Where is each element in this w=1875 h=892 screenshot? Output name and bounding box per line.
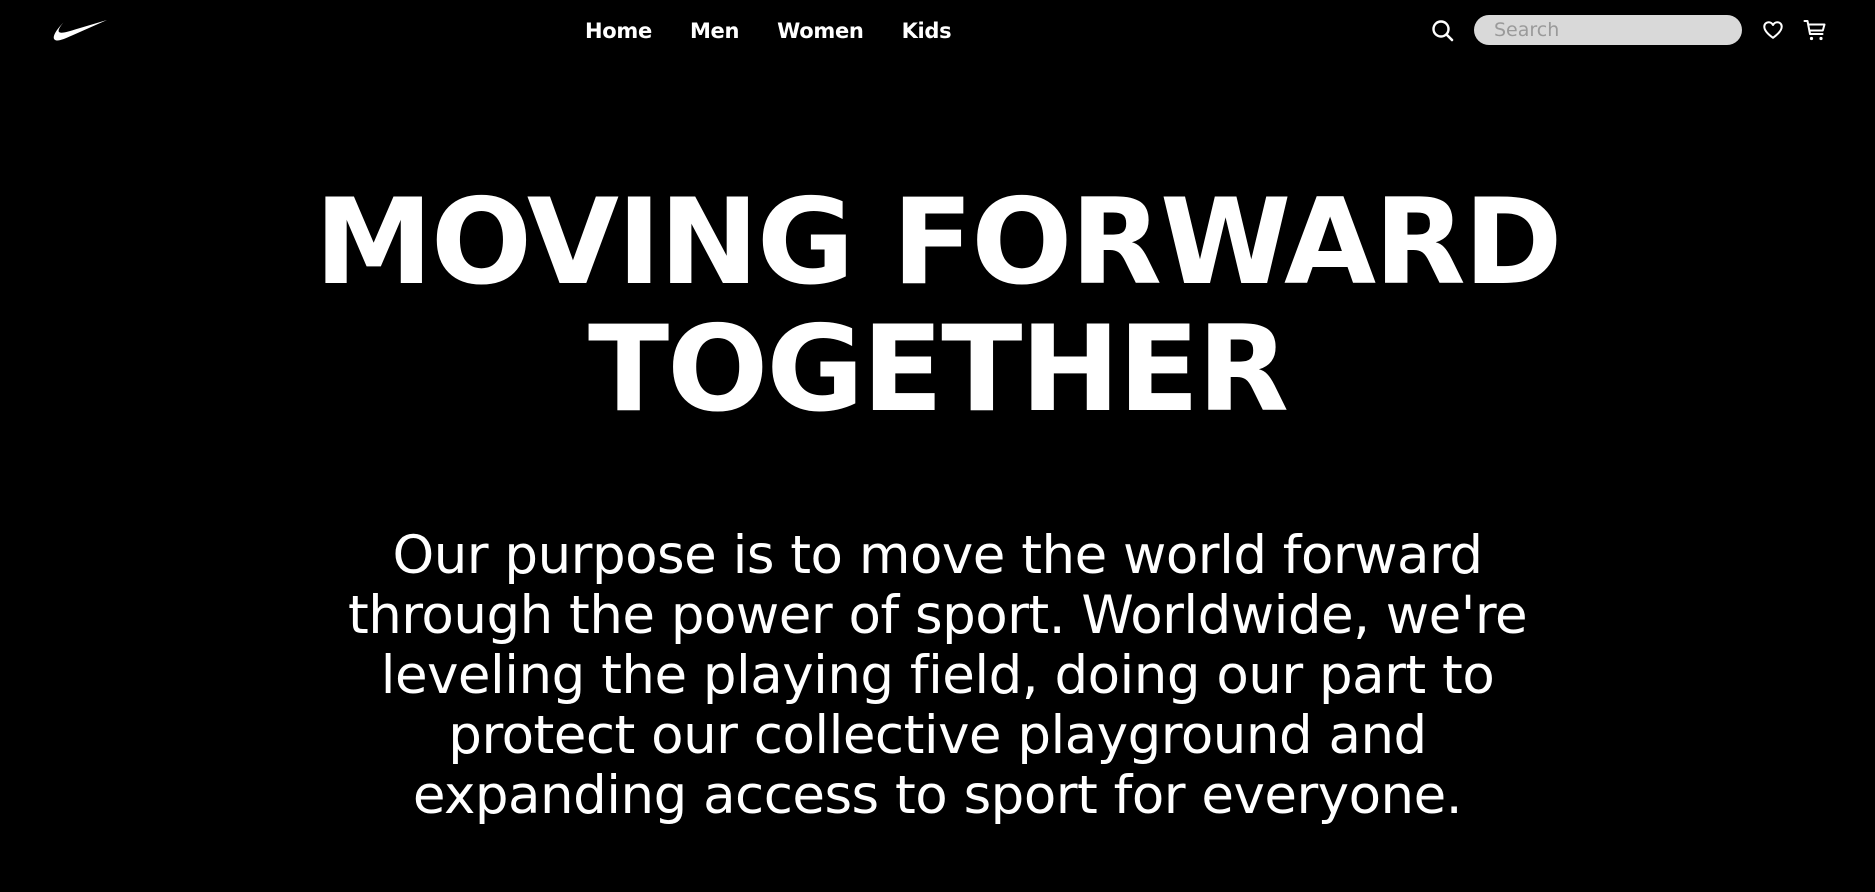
cart-icon[interactable] (1803, 18, 1827, 42)
hero-title: MOVING FORWARD TOGETHER (0, 180, 1875, 434)
swoosh-logo-icon[interactable] (48, 16, 108, 44)
nav-link-kids[interactable]: Kids (902, 17, 952, 45)
search-icon[interactable] (1431, 19, 1455, 43)
nav-link-women[interactable]: Women (777, 17, 864, 45)
nav-link-men[interactable]: Men (690, 17, 740, 45)
nav-link-home[interactable]: Home (585, 17, 652, 45)
main-nav: Home Men Women Kids (585, 17, 989, 45)
heart-icon[interactable] (1762, 19, 1784, 41)
hero-description: Our purpose is to move the world forward… (347, 525, 1528, 826)
hero-title-line-2: TOGETHER (588, 301, 1289, 439)
top-navbar: Home Men Women Kids (0, 0, 1875, 62)
search-input[interactable] (1474, 15, 1742, 45)
hero-title-line-1: MOVING FORWARD (314, 174, 1563, 312)
